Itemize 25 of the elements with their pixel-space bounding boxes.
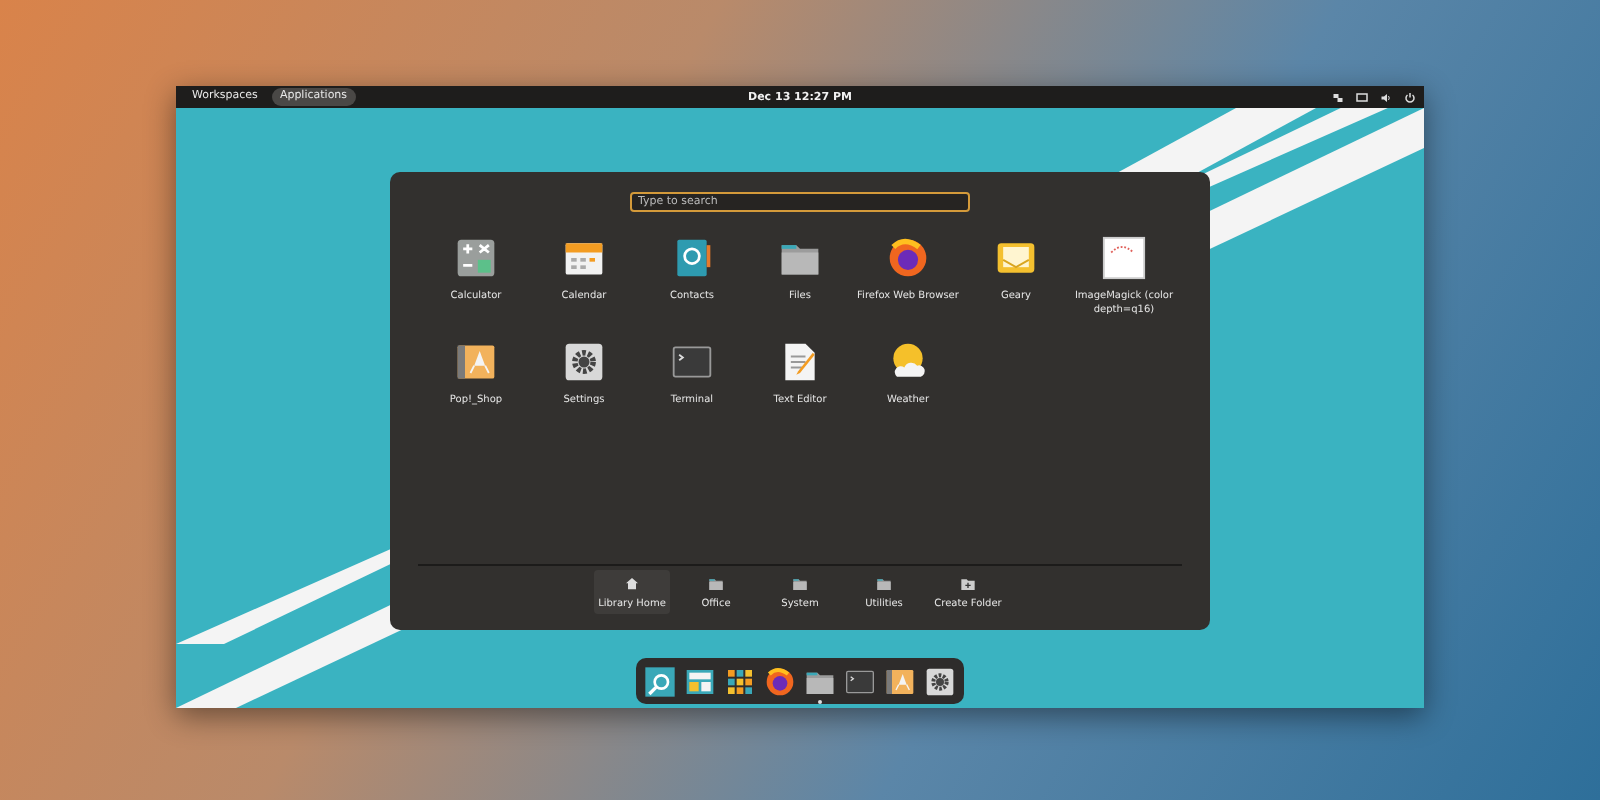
- windows-icon: [684, 665, 716, 697]
- add-folder-icon: [960, 575, 976, 591]
- power-icon[interactable]: [1404, 91, 1416, 103]
- volume-icon[interactable]: [1380, 91, 1392, 103]
- display-icon[interactable]: [1356, 91, 1368, 103]
- browser-icon: [764, 665, 796, 697]
- folder-icon: [708, 575, 724, 591]
- dock-item[interactable]: [762, 663, 798, 699]
- settings-icon: [924, 665, 956, 697]
- settings-icon: [562, 340, 606, 384]
- folder-icon: [792, 575, 808, 591]
- dock-item[interactable]: [922, 663, 958, 699]
- rocket-icon: [454, 340, 498, 384]
- search-icon: [644, 665, 676, 697]
- rocket-icon: [884, 665, 916, 697]
- folder-icon: [876, 575, 892, 591]
- network-icon[interactable]: [1332, 91, 1344, 103]
- image-icon: [1102, 236, 1146, 280]
- calculator-icon: [454, 236, 498, 280]
- home-icon: [624, 575, 640, 591]
- terminal-icon: [844, 665, 876, 697]
- terminal-icon: [670, 340, 714, 384]
- browser-icon: [886, 236, 930, 280]
- dock-item[interactable]: [642, 663, 678, 699]
- app-grid-icon: [724, 665, 756, 697]
